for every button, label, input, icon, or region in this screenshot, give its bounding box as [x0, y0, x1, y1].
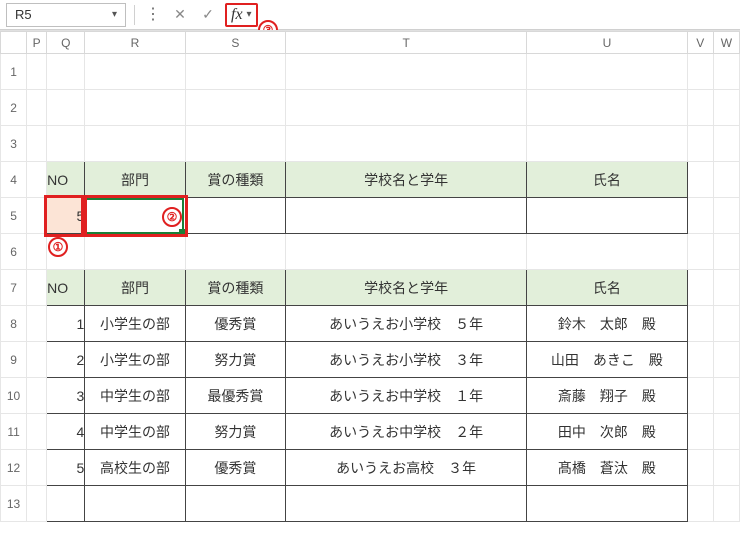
- row-header[interactable]: 5: [1, 198, 27, 234]
- col-header[interactable]: Q: [47, 32, 85, 54]
- table-cell[interactable]: 鈴木 太郎 殿: [527, 306, 688, 342]
- cancel-icon[interactable]: ✕: [169, 4, 191, 26]
- table-cell[interactable]: あいうえお高校 ３年: [286, 450, 527, 486]
- table-cell[interactable]: あいうえお中学校 １年: [286, 378, 527, 414]
- formula-bar: R5 ▾ ⋮ ✕ ✓ fx ▾: [0, 0, 740, 30]
- table-header[interactable]: 学校名と学年: [286, 270, 527, 306]
- row-header[interactable]: 8: [1, 306, 27, 342]
- row-header[interactable]: 2: [1, 90, 27, 126]
- fx-icon: fx: [231, 6, 243, 24]
- column-header-row: P Q R S T U V W: [1, 32, 740, 54]
- table-cell[interactable]: [185, 486, 285, 522]
- table-cell[interactable]: 優秀賞: [185, 450, 285, 486]
- select-all[interactable]: [1, 32, 27, 54]
- row-header[interactable]: 12: [1, 450, 27, 486]
- table-cell[interactable]: 努力賞: [185, 342, 285, 378]
- callout-1: ①: [48, 237, 68, 257]
- row-header[interactable]: 6: [1, 234, 27, 270]
- table-header[interactable]: 学校名と学年: [286, 162, 527, 198]
- table-cell[interactable]: あいうえお小学校 ３年: [286, 342, 527, 378]
- table-cell[interactable]: 1: [47, 306, 85, 342]
- table-cell[interactable]: 斎藤 翔子 殿: [527, 378, 688, 414]
- table-header[interactable]: NO: [47, 270, 85, 306]
- table-cell[interactable]: 髙橋 蒼汰 殿: [527, 450, 688, 486]
- spreadsheet-grid[interactable]: P Q R S T U V W 1 2 3 4 NO 部門 賞の種類 学校名と学…: [0, 30, 740, 522]
- table-cell[interactable]: 田中 次郎 殿: [527, 414, 688, 450]
- table-cell[interactable]: [85, 486, 185, 522]
- table-header[interactable]: NO: [47, 162, 85, 198]
- enter-icon[interactable]: ✓: [197, 4, 219, 26]
- table-header[interactable]: 賞の種類: [185, 270, 285, 306]
- table-cell[interactable]: [527, 486, 688, 522]
- cell-S5[interactable]: [185, 198, 285, 234]
- table-cell[interactable]: あいうえお小学校 ５年: [286, 306, 527, 342]
- chevron-down-icon: ▾: [247, 9, 252, 20]
- cell-T5[interactable]: [286, 198, 527, 234]
- table-header[interactable]: 部門: [85, 162, 185, 198]
- row-header[interactable]: 7: [1, 270, 27, 306]
- more-icon[interactable]: ⋮: [143, 7, 163, 23]
- row-header[interactable]: 9: [1, 342, 27, 378]
- name-box[interactable]: R5 ▾: [6, 3, 126, 27]
- row-header[interactable]: 1: [1, 54, 27, 90]
- table-cell[interactable]: 3: [47, 378, 85, 414]
- col-header[interactable]: V: [687, 32, 713, 54]
- table-cell[interactable]: [286, 486, 527, 522]
- col-header[interactable]: P: [27, 32, 47, 54]
- formula-input[interactable]: [264, 3, 734, 27]
- callout-2: ②: [162, 207, 182, 227]
- row-header[interactable]: 4: [1, 162, 27, 198]
- row-header[interactable]: 3: [1, 126, 27, 162]
- col-header[interactable]: W: [713, 32, 739, 54]
- separator: [134, 5, 135, 25]
- table-header[interactable]: 部門: [85, 270, 185, 306]
- table-cell[interactable]: 小学生の部: [85, 342, 185, 378]
- col-header[interactable]: S: [185, 32, 285, 54]
- table-cell[interactable]: 山田 あきこ 殿: [527, 342, 688, 378]
- table-cell[interactable]: 努力賞: [185, 414, 285, 450]
- table-header[interactable]: 氏名: [527, 162, 688, 198]
- table-cell[interactable]: 2: [47, 342, 85, 378]
- table-cell[interactable]: 5: [47, 450, 85, 486]
- cell-Q5[interactable]: 5: [47, 198, 85, 234]
- table-cell[interactable]: 小学生の部: [85, 306, 185, 342]
- table-cell[interactable]: 4: [47, 414, 85, 450]
- row-header[interactable]: 10: [1, 378, 27, 414]
- col-header[interactable]: T: [286, 32, 527, 54]
- name-box-value: R5: [15, 7, 32, 22]
- table-cell[interactable]: 中学生の部: [85, 414, 185, 450]
- table-cell[interactable]: 中学生の部: [85, 378, 185, 414]
- col-header[interactable]: U: [527, 32, 688, 54]
- table-cell[interactable]: 高校生の部: [85, 450, 185, 486]
- table-cell[interactable]: [47, 486, 85, 522]
- table-header[interactable]: 賞の種類: [185, 162, 285, 198]
- table-cell[interactable]: 最優秀賞: [185, 378, 285, 414]
- row-header[interactable]: 13: [1, 486, 27, 522]
- cell-U5[interactable]: [527, 198, 688, 234]
- table-cell[interactable]: あいうえお中学校 ２年: [286, 414, 527, 450]
- table-header[interactable]: 氏名: [527, 270, 688, 306]
- col-header[interactable]: R: [85, 32, 185, 54]
- chevron-down-icon: ▾: [112, 9, 117, 20]
- insert-function-button[interactable]: fx ▾: [225, 3, 258, 27]
- row-header[interactable]: 11: [1, 414, 27, 450]
- table-cell[interactable]: 優秀賞: [185, 306, 285, 342]
